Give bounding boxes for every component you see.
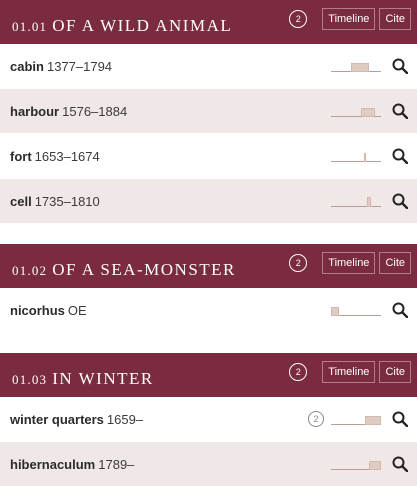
- entry-word[interactable]: harbour: [10, 104, 59, 119]
- entry-word[interactable]: cabin: [10, 59, 44, 74]
- entry-word[interactable]: nicorhus: [10, 303, 65, 318]
- entry-label[interactable]: harbour 1576–1884: [10, 104, 127, 119]
- entry-label[interactable]: fort 1653–1674: [10, 149, 100, 164]
- entry-word[interactable]: winter quarters: [10, 412, 104, 427]
- section-title-text: IN WINTER: [52, 369, 154, 388]
- section-title: 01.02 OF A SEA-MONSTER: [12, 260, 236, 280]
- timeline-sparkline: [331, 193, 381, 209]
- timeline-sparkline: [331, 456, 381, 472]
- quotation-count-badge[interactable]: 2: [308, 411, 324, 427]
- search-icon[interactable]: [392, 103, 408, 119]
- section-header: 01.01 OF A WILD ANIMAL 2 Timeline Cite: [0, 0, 417, 44]
- search-icon[interactable]: [392, 411, 408, 427]
- section-header: 01.02 OF A SEA-MONSTER 2 Timeline Cite: [0, 244, 417, 288]
- cite-button[interactable]: Cite: [379, 252, 411, 274]
- timeline-sparkline: [331, 103, 381, 119]
- search-icon[interactable]: [392, 58, 408, 74]
- section-title: 01.03 IN WINTER: [12, 369, 154, 389]
- search-icon[interactable]: [392, 193, 408, 209]
- list-item[interactable]: fort 1653–1674: [0, 134, 417, 179]
- timeline-button[interactable]: Timeline: [322, 8, 376, 30]
- timeline-sparkline: [331, 148, 381, 164]
- entry-dates: 1377–1794: [46, 58, 113, 74]
- section-number: 01.01: [12, 19, 48, 34]
- entry-label[interactable]: winter quarters 1659–: [10, 412, 143, 427]
- list-item[interactable]: nicorhus OE: [0, 288, 417, 333]
- timeline-button[interactable]: Timeline: [322, 361, 376, 383]
- entry-label[interactable]: cell 1735–1810: [10, 194, 100, 209]
- section-title-text: OF A SEA-MONSTER: [52, 260, 236, 279]
- search-icon[interactable]: [392, 456, 408, 472]
- section-header: 01.03 IN WINTER 2 Timeline Cite: [0, 353, 417, 397]
- section-title-text: OF A WILD ANIMAL: [52, 16, 233, 35]
- section-title: 01.01 OF A WILD ANIMAL: [12, 16, 232, 36]
- entry-dates: 1576–1884: [62, 103, 128, 119]
- quotation-count-badge[interactable]: 2: [289, 10, 308, 28]
- list-item[interactable]: hibernaculum 1789–: [0, 442, 417, 487]
- entry-label[interactable]: cabin 1377–1794: [10, 59, 112, 74]
- list-item[interactable]: harbour 1576–1884: [0, 89, 417, 134]
- list-item[interactable]: cell 1735–1810: [0, 179, 417, 224]
- section-in-winter: 01.03 IN WINTER 2 Timeline Cite winter qu…: [0, 353, 417, 487]
- section-of-a-sea-monster: 01.02 OF A SEA-MONSTER 2 Timeline Cite ni…: [0, 244, 417, 333]
- section-number: 01.03: [12, 372, 48, 387]
- search-icon[interactable]: [392, 148, 408, 164]
- quotation-count-badge[interactable]: 2: [289, 254, 308, 272]
- cite-button[interactable]: Cite: [379, 361, 411, 383]
- timeline-sparkline: [331, 58, 381, 74]
- timeline-button[interactable]: Timeline: [322, 252, 376, 274]
- entry-dates: 1653–1674: [34, 148, 100, 164]
- timeline-sparkline: [331, 302, 381, 318]
- section-of-a-wild-animal: 01.01 OF A WILD ANIMAL 2 Timeline Cite ca…: [0, 0, 417, 224]
- entry-word[interactable]: hibernaculum: [10, 457, 95, 472]
- quotation-count-badge[interactable]: 2: [289, 363, 308, 381]
- list-item[interactable]: cabin 1377–1794: [0, 44, 417, 89]
- entry-label[interactable]: hibernaculum 1789–: [10, 457, 134, 472]
- entry-dates: 1659–: [106, 411, 144, 427]
- list-item[interactable]: winter quarters 1659– 2: [0, 397, 417, 442]
- entry-word[interactable]: cell: [10, 194, 32, 209]
- entry-dates: OE: [67, 302, 87, 318]
- cite-button[interactable]: Cite: [379, 8, 411, 30]
- entry-dates: 1735–1810: [34, 193, 100, 209]
- entry-dates: 1789–: [98, 456, 135, 472]
- timeline-sparkline: [331, 411, 381, 427]
- section-number: 01.02: [12, 263, 48, 278]
- entry-label[interactable]: nicorhus OE: [10, 303, 87, 318]
- entry-word[interactable]: fort: [10, 149, 32, 164]
- search-icon[interactable]: [392, 302, 408, 318]
